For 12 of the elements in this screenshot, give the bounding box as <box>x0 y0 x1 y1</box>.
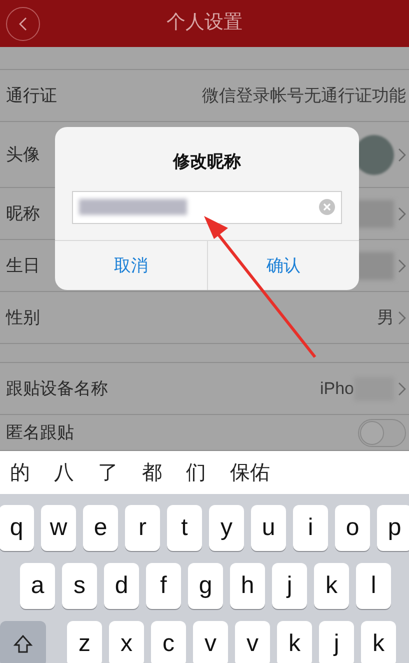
row-label: 头像 <box>6 144 40 166</box>
row-label: 性别 <box>6 306 40 329</box>
row-label: 通行证 <box>6 84 57 107</box>
row-value: iPho <box>320 378 354 400</box>
row-value: 男 <box>377 306 394 329</box>
row-label: 匿名跟贴 <box>6 422 74 444</box>
row-label: 昵称 <box>6 202 40 225</box>
window-title: 个人设置 <box>166 11 242 36</box>
row-label: 生日 <box>6 254 40 277</box>
row-label: 跟贴设备名称 <box>6 378 108 400</box>
dialog-title: 修改昵称 <box>172 151 242 173</box>
row-value: 微信登录帐号无通行证功能 <box>202 84 406 107</box>
